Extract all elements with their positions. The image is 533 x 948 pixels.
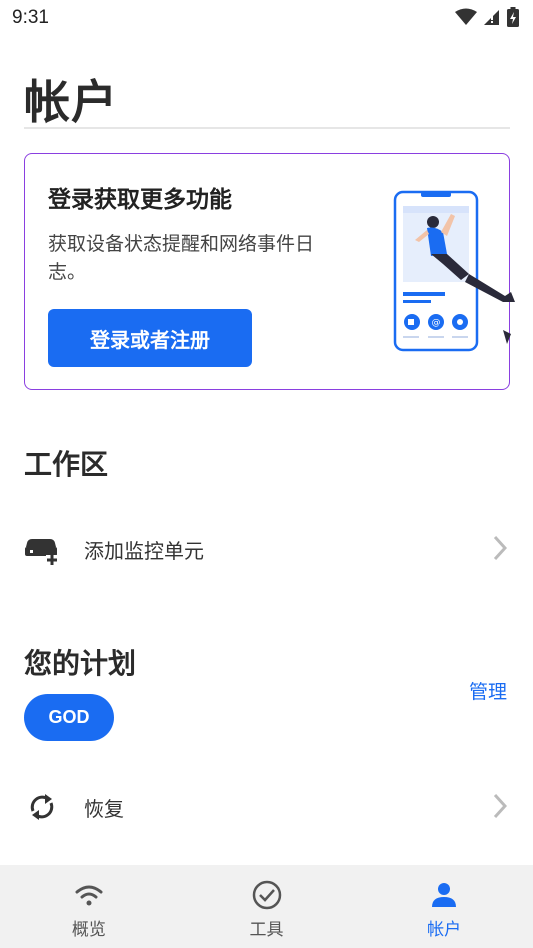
login-card: 登录获取更多功能 获取设备状态提醒和网络事件日志。 登录或者注册 @ [24, 153, 515, 390]
check-circle-icon [252, 880, 281, 910]
status-time: 9:31 [12, 7, 49, 28]
restore-row[interactable]: 恢复 [0, 777, 533, 837]
person-icon [432, 883, 457, 907]
nav-tab-overview[interactable]: 概览 [0, 865, 178, 948]
manage-plan-link[interactable]: 管理 [469, 677, 507, 704]
nav-tab-overview-label: 概览 [71, 920, 106, 940]
restore-label: 恢复 [84, 797, 124, 821]
wifi-icon [75, 885, 103, 906]
chevron-right-icon [493, 535, 507, 561]
router-add-icon [25, 539, 58, 565]
battery-icon [507, 7, 519, 27]
title-divider [24, 127, 510, 129]
add-monitor-unit-row[interactable]: 添加监控单元 [0, 519, 533, 579]
login-card-title: 登录获取更多功能 [48, 187, 232, 213]
add-monitor-unit-label: 添加监控单元 [84, 539, 204, 563]
status-icons [455, 7, 519, 27]
wifi-signal-icon [455, 8, 477, 25]
nav-tab-tools[interactable]: 工具 [178, 865, 356, 948]
sync-icon [30, 794, 54, 820]
chevron-right-icon [493, 793, 507, 819]
status-bar: 9:31 [0, 0, 533, 36]
login-register-button[interactable]: 登录或者注册 [48, 309, 252, 367]
nav-tab-account-label: 帐户 [427, 920, 462, 940]
nav-tab-account[interactable]: 帐户 [355, 865, 533, 948]
workspace-heading: 工作区 [24, 448, 109, 481]
bottom-nav: 概览 工具 帐户 [0, 865, 533, 948]
nav-tab-tools-label: 工具 [249, 920, 284, 940]
svg-text:@: @ [432, 318, 441, 328]
phone-illustration: @ [393, 190, 515, 352]
login-card-description: 获取设备状态提醒和网络事件日志。 [48, 233, 315, 283]
plan-heading: 您的计划 [24, 647, 137, 680]
page-title: 帐户 [24, 75, 118, 129]
cell-signal-icon [484, 10, 499, 25]
plan-badge: GOD [24, 694, 114, 741]
